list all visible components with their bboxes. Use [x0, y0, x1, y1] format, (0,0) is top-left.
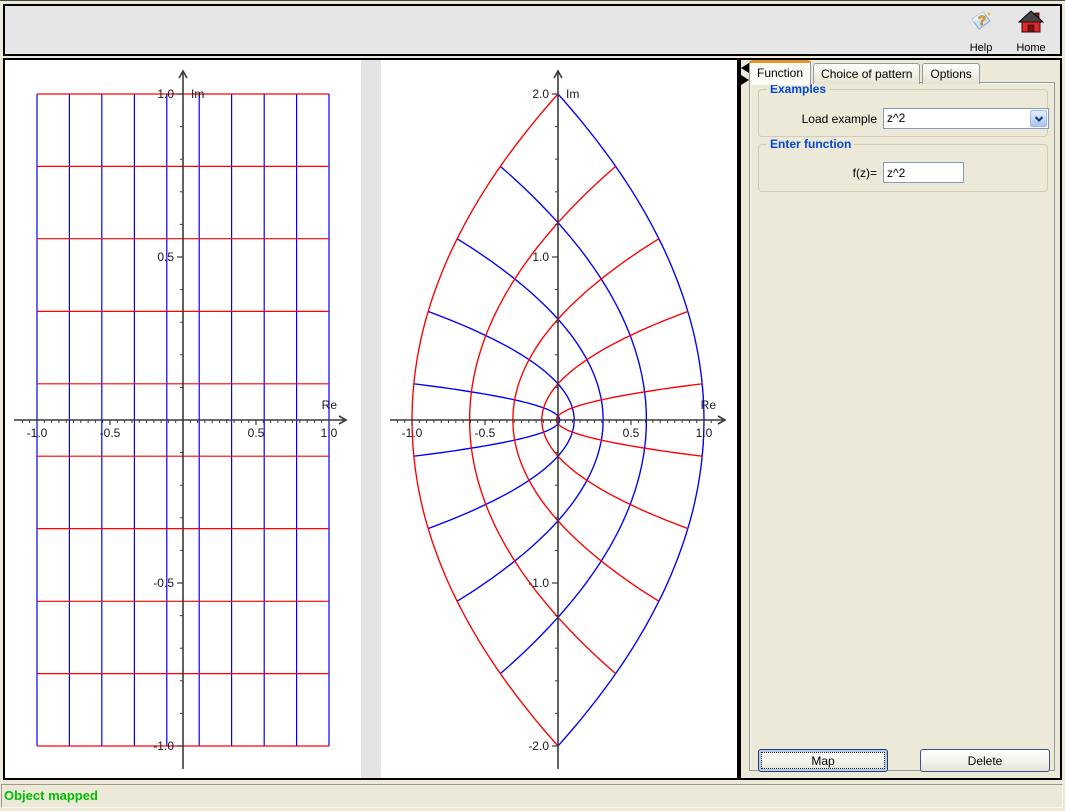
control-panel: Function Choice of pattern Options Examp… — [739, 58, 1062, 780]
load-example-combobox[interactable]: z^2 — [883, 108, 1049, 129]
home-button[interactable]: Home — [1009, 10, 1053, 52]
svg-text:-1.0: -1.0 — [402, 426, 423, 440]
svg-text:?: ? — [978, 12, 987, 28]
svg-text:-0.5: -0.5 — [475, 426, 496, 440]
help-icon: ? — [968, 10, 994, 41]
combobox-value: z^2 — [884, 109, 1029, 128]
home-label: Home — [1016, 42, 1045, 54]
chevron-down-icon[interactable] — [1030, 110, 1047, 127]
toolbar: ? Help Home — [3, 4, 1062, 56]
svg-text:Im: Im — [566, 87, 579, 101]
svg-text:-2.0: -2.0 — [528, 739, 549, 753]
plots-container: -1.0 -0.5 0.5 1.0 1.0 0.5 -0.5 -1.0 Re Im -1.0 -0.… — [3, 58, 739, 780]
fz-label: f(z)= — [807, 166, 877, 180]
delete-button[interactable]: Delete — [920, 749, 1050, 772]
home-icon — [1018, 10, 1044, 41]
z-plane-plot[interactable]: -1.0 -0.5 0.5 1.0 1.0 0.5 -0.5 -1.0 Re Im — [5, 60, 361, 778]
app-window: ? Help Home -1.0-0.50.51.01.00.5-0.5-1.0… — [0, 0, 1065, 811]
svg-text:1.0: 1.0 — [696, 426, 713, 440]
load-example-label: Load example — [770, 112, 877, 126]
status-bar: Object mapped — [1, 784, 1063, 808]
status-text: Object mapped — [2, 788, 98, 803]
split-collapse-right-icon[interactable] — [741, 75, 749, 85]
svg-text:Re: Re — [701, 398, 717, 412]
split-collapse-left-icon[interactable] — [741, 63, 749, 73]
svg-text:0.5: 0.5 — [623, 426, 640, 440]
enter-function-group-title: Enter function — [767, 137, 854, 151]
tab-options[interactable]: Options — [922, 63, 979, 84]
svg-text:-1.0: -1.0 — [528, 576, 549, 590]
tab-bar: Function Choice of pattern Options — [749, 62, 982, 84]
svg-text:0.5: 0.5 — [157, 250, 174, 264]
plot-divider — [361, 60, 381, 778]
svg-text:-1.0: -1.0 — [153, 739, 174, 753]
function-tab-page: Examples Load example z^2 Enter function… — [749, 82, 1055, 771]
help-label: Help — [970, 42, 993, 54]
svg-text:Im: Im — [191, 87, 204, 101]
svg-text:1.0: 1.0 — [321, 426, 338, 440]
tab-function[interactable]: Function — [749, 60, 811, 85]
svg-text:1.0: 1.0 — [532, 250, 549, 264]
w-plane-plot[interactable]: -1.0 -0.5 0.5 1.0 2.0 1.0 -1.0 -2.0 Re Im — [381, 60, 737, 778]
svg-text:2.0: 2.0 — [532, 87, 549, 101]
help-button[interactable]: ? Help — [959, 10, 1003, 52]
svg-text:Re: Re — [322, 398, 338, 412]
function-input[interactable] — [883, 162, 964, 183]
map-button[interactable]: Map — [758, 749, 888, 772]
svg-text:-0.5: -0.5 — [153, 576, 174, 590]
svg-text:1.0: 1.0 — [157, 87, 174, 101]
tab-choice-of-pattern[interactable]: Choice of pattern — [813, 63, 920, 84]
svg-text:-0.5: -0.5 — [100, 426, 121, 440]
svg-text:0.5: 0.5 — [248, 426, 265, 440]
svg-text:-1.0: -1.0 — [27, 426, 48, 440]
